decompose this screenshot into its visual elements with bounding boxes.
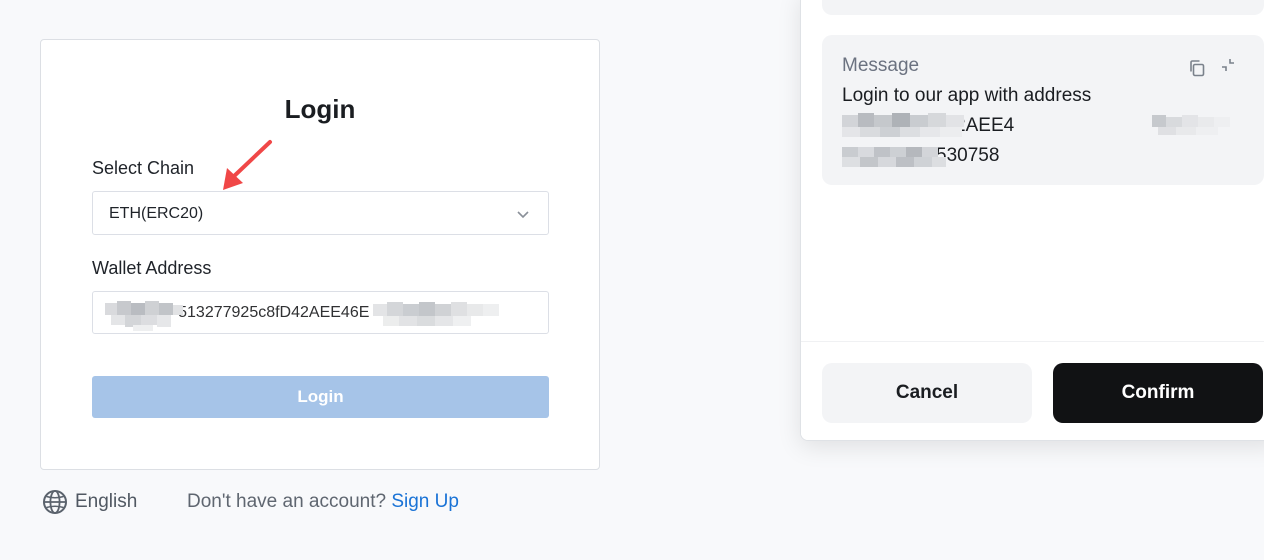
message-text-line: Login to our app with address — [842, 85, 1092, 106]
language-switcher[interactable]: English — [42, 489, 137, 515]
select-chain-label: Select Chain — [92, 158, 195, 178]
globe-icon — [43, 490, 67, 514]
language-label: English — [75, 491, 138, 512]
login-button[interactable]: Login — [92, 376, 549, 418]
login-title: Login — [284, 94, 356, 124]
redaction-mosaic — [1152, 115, 1246, 137]
previous-section — [822, 0, 1264, 15]
dialog-footer: Cancel Confirm — [801, 341, 1264, 440]
wallet-address-label: Wallet Address — [92, 258, 212, 278]
message-box: Message Login to our app with address 27… — [822, 35, 1264, 185]
login-card: Login Select Chain ETH(ERC20) Wallet Add… — [40, 39, 600, 470]
copy-icon[interactable] — [1188, 59, 1206, 77]
chain-select-value: ETH(ERC20) — [109, 205, 204, 222]
signup-link[interactable]: Sign Up — [391, 491, 459, 512]
collapse-icon[interactable] — [1220, 57, 1236, 73]
chain-select[interactable]: ETH(ERC20) — [92, 191, 549, 235]
wallet-sign-dialog: Message Login to our app with address 27… — [800, 0, 1264, 441]
wallet-address-input[interactable] — [93, 292, 548, 333]
message-text-line: 277925c8fD42AEE4 — [842, 115, 1015, 136]
confirm-button[interactable]: Confirm — [1053, 363, 1263, 423]
message-title: Message — [842, 55, 920, 76]
message-text-line: and nonce 530758 — [842, 145, 1000, 166]
wallet-address-field[interactable] — [92, 291, 549, 334]
chevron-down-icon — [517, 211, 529, 219]
cancel-button[interactable]: Cancel — [822, 363, 1032, 423]
no-account-text: Don't have an account? — [187, 491, 387, 512]
signup-prompt: Don't have an account? Sign Up — [187, 491, 459, 513]
